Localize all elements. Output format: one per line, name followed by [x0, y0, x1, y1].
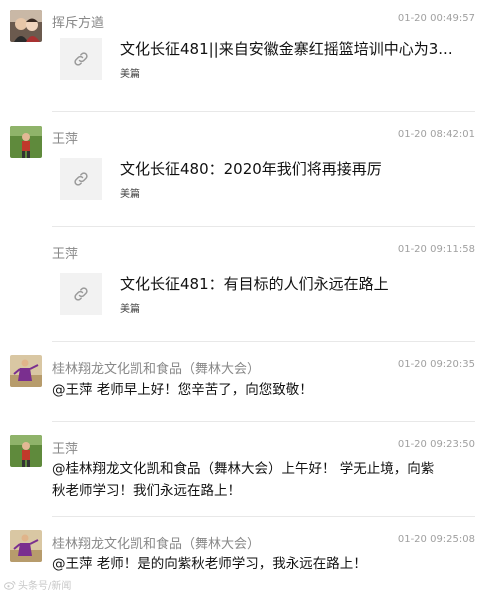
divider	[52, 226, 475, 227]
card-source: 美篇	[120, 304, 140, 315]
message-time: 01-20 08:42:01	[397, 129, 475, 140]
avatar-dancer-icon	[10, 530, 42, 562]
avatar[interactable]	[10, 10, 42, 42]
avatar-outdoor-icon	[10, 435, 42, 467]
message-text-line: @桂林翔龙文化凯和食品（舞林大会）上午好！ 学无止境，向紫	[52, 461, 435, 477]
message-text-line: 秋老师学习！我们永远在路上！	[52, 483, 241, 499]
sender-name[interactable]: 挥斥方遒	[52, 12, 104, 31]
card-title[interactable]: 文化长征481：有目标的人们永远在路上	[120, 273, 470, 294]
divider	[52, 516, 475, 517]
message-time: 01-20 09:25:08	[397, 534, 475, 545]
link-card[interactable]: 文化长征481：有目标的人们永远在路上 美篇	[58, 273, 478, 321]
avatar[interactable]	[10, 530, 42, 562]
message-text: @王萍 老师早上好！您辛苦了，向您致敬！	[52, 382, 313, 398]
link-icon	[74, 52, 88, 66]
sender-name[interactable]: 王萍	[52, 243, 78, 262]
card-thumbnail	[60, 273, 102, 315]
sender-name[interactable]: 王萍	[52, 438, 78, 457]
card-title[interactable]: 文化长征480：2020年我们将再接再厉	[120, 158, 470, 179]
card-thumbnail	[60, 158, 102, 200]
avatar-portrait-icon	[10, 10, 42, 42]
avatar-outdoor-icon	[10, 126, 42, 158]
sender-name[interactable]: 桂林翔龙文化凯和食品（舞林大会）	[52, 533, 260, 552]
divider	[52, 421, 475, 422]
card-thumbnail	[60, 38, 102, 80]
message-text: @桂林翔龙文化凯和食品（舞林大会）上午好！ 学无止境，向紫 秋老师学习！我们永远…	[52, 459, 482, 501]
link-card[interactable]: 文化长征480：2020年我们将再接再厉 美篇	[58, 158, 478, 206]
link-icon	[74, 172, 88, 186]
sender-name[interactable]: 王萍	[52, 128, 78, 147]
avatar[interactable]	[10, 355, 42, 387]
card-source: 美篇	[120, 189, 140, 200]
card-title[interactable]: 文化长征481||来自安徽金寨红摇篮培训中心为3...	[120, 38, 470, 59]
avatar[interactable]	[10, 435, 42, 467]
message-time: 01-20 09:20:35	[397, 359, 475, 370]
message-text: @王萍 老师！是的向紫秋老师学习，我永远在路上！	[52, 556, 367, 572]
divider	[52, 341, 475, 342]
avatar[interactable]	[10, 126, 42, 158]
divider	[52, 111, 475, 112]
watermark: 头条号/新闻	[4, 577, 71, 592]
message-time: 01-20 09:11:58	[397, 244, 475, 255]
card-source: 美篇	[120, 69, 140, 80]
avatar-dancer-icon	[10, 355, 42, 387]
link-icon	[74, 287, 88, 301]
sender-name[interactable]: 桂林翔龙文化凯和食品（舞林大会）	[52, 358, 260, 377]
link-card[interactable]: 文化长征481||来自安徽金寨红摇篮培训中心为3... 美篇	[58, 38, 478, 86]
message-time: 01-20 00:49:57	[397, 13, 475, 24]
weibo-icon	[4, 580, 16, 590]
message-time: 01-20 09:23:50	[397, 439, 475, 450]
watermark-text: 头条号/新闻	[18, 581, 72, 592]
